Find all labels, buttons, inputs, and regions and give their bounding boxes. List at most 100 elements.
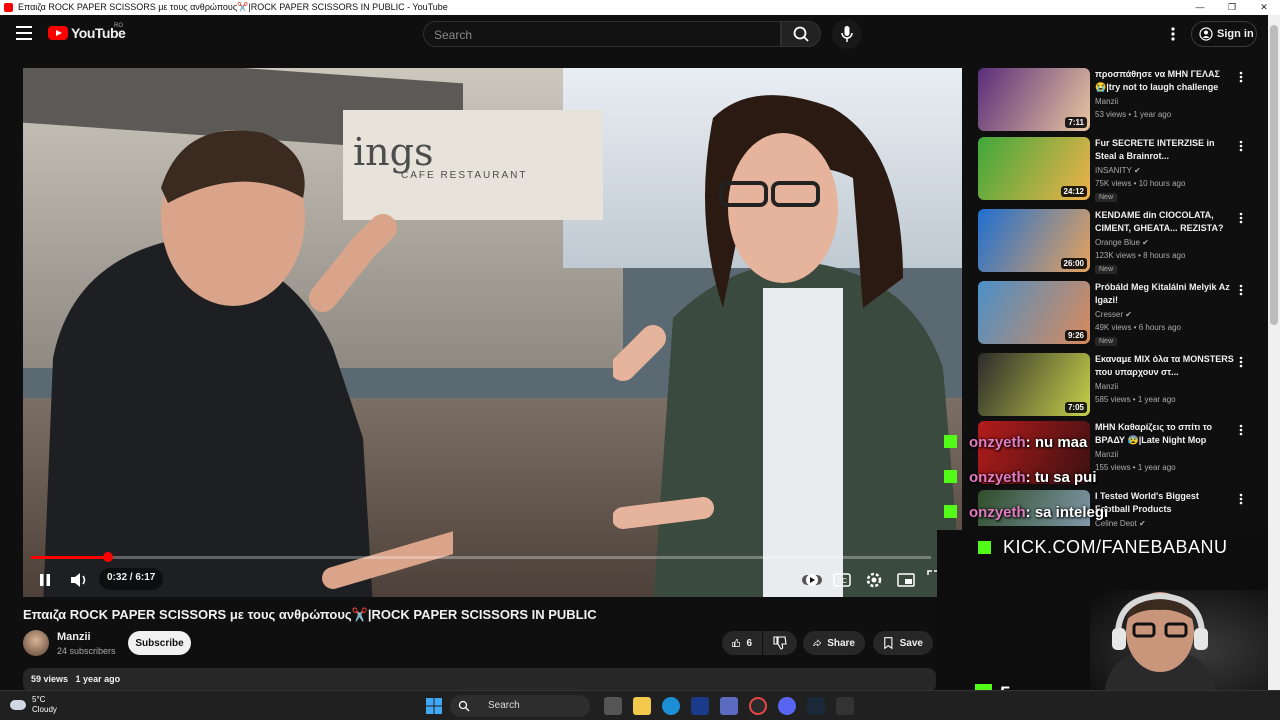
recommendation-channel[interactable]: Manzii — [1095, 450, 1118, 459]
discord-icon[interactable] — [778, 697, 796, 715]
streamer-figure — [1105, 592, 1215, 690]
recommendation-thumbnail[interactable]: 24:12 — [978, 137, 1090, 200]
recommendation-channel[interactable]: INSANITY ✔ — [1095, 166, 1141, 175]
menu-icon[interactable] — [16, 26, 32, 40]
bookmark-icon — [884, 637, 893, 650]
save-button[interactable]: Save — [873, 631, 933, 655]
autoplay-toggle-icon[interactable] — [801, 569, 823, 591]
window-title: Επαιζα ROCK PAPER SCISSORS με τους ανθρώ… — [18, 2, 448, 12]
description-box[interactable]: 59 views 1 year ago — [23, 668, 936, 692]
settings-gear-icon[interactable] — [863, 569, 885, 591]
upload-date: 1 year ago — [75, 674, 121, 684]
recommendation-title[interactable]: I Tested World's Biggest Football Produc… — [1095, 490, 1235, 516]
volume-icon[interactable] — [67, 569, 91, 591]
more-actions-icon[interactable] — [1237, 492, 1245, 506]
task-view-icon[interactable] — [604, 697, 622, 715]
recommendation-thumbnail[interactable]: 9:26 — [978, 281, 1090, 344]
steam-icon[interactable] — [807, 697, 825, 715]
kick-channel-url: KICK.COM/FANEBABANU — [978, 537, 1228, 558]
like-button[interactable]: 6 — [722, 631, 762, 655]
thumbs-down-icon — [773, 636, 787, 650]
more-actions-icon[interactable] — [1237, 70, 1245, 84]
pause-icon[interactable] — [35, 569, 55, 591]
share-button[interactable]: Share — [803, 631, 865, 655]
kick-logo-icon — [944, 505, 957, 518]
recommendation-meta: 75K views • 10 hours ago — [1095, 179, 1186, 188]
chat-message: onzyeth: sa intelegi — [944, 504, 1108, 521]
settings-kebab-icon[interactable] — [1166, 25, 1180, 43]
recommendation-meta: 585 views • 1 year ago — [1095, 395, 1176, 404]
recommendation-item[interactable]: 7:11 προσπάθησε να ΜΗΝ ΓΕΛΑΣ 😭|try not to… — [978, 68, 1250, 132]
chat-text: : nu maa — [1025, 434, 1088, 451]
page-scrollbar[interactable] — [1268, 15, 1280, 690]
windows-taskbar: 5°C Cloudy Search — [0, 690, 1280, 720]
recommendation-channel[interactable]: Manzii — [1095, 382, 1118, 391]
masthead: YouTube RO Search Sign in — [0, 15, 1268, 53]
search-input[interactable]: Search — [423, 21, 781, 47]
windows-start-icon[interactable] — [425, 697, 443, 715]
video-person-left — [43, 130, 453, 597]
taskbar-search-label: Search — [488, 700, 520, 711]
search-button[interactable] — [781, 21, 821, 47]
recommendation-meta: 49K views • 6 hours ago — [1095, 323, 1181, 332]
recommendation-channel[interactable]: Manzii — [1095, 97, 1118, 106]
minimize-button[interactable]: — — [1184, 0, 1216, 15]
weather-condition: Cloudy — [32, 705, 57, 714]
more-actions-icon[interactable] — [1237, 423, 1245, 437]
file-explorer-icon[interactable] — [633, 697, 651, 715]
scrollbar-thumb[interactable] — [1270, 25, 1278, 325]
voice-search-button[interactable] — [832, 19, 862, 49]
recommendation-channel[interactable]: Orange Blue ✔ — [1095, 238, 1149, 247]
miniplayer-icon[interactable] — [895, 569, 917, 591]
dislike-button[interactable] — [763, 631, 797, 655]
edge-browser-icon[interactable] — [662, 697, 680, 715]
captions-icon[interactable]: CC — [831, 569, 853, 591]
search-icon — [458, 700, 470, 712]
obs-icon[interactable] — [749, 697, 767, 715]
youtube-logo[interactable]: YouTube RO — [48, 23, 126, 41]
recommendation-title[interactable]: Εκαναμε MIX όλα τα MONSTERS που υπαρχουν… — [1095, 353, 1235, 379]
close-button[interactable]: ✕ — [1248, 0, 1280, 15]
channel-name[interactable]: Manzii — [57, 631, 91, 643]
video-player[interactable]: ings CAFE RESTAURANT 0:32 / 6:17 CC — [23, 68, 962, 597]
seek-bar-played — [31, 556, 108, 559]
subscribe-button[interactable]: Subscribe — [128, 631, 191, 655]
youtube-favicon-icon — [4, 3, 13, 12]
recommendation-title[interactable]: ΜΗΝ Καθαρίζεις το σπίτι το ΒΡΑΔΥ 😰|Late … — [1095, 421, 1235, 447]
kick-logo-icon — [944, 470, 957, 483]
seek-bar[interactable] — [31, 552, 931, 562]
channel-avatar[interactable] — [23, 630, 49, 656]
recommendation-title[interactable]: Fur SECRETE INTERZISE in Steal a Brainro… — [1095, 137, 1235, 163]
recommendation-title[interactable]: Próbáld Meg Kitalálni Melyik Az Igazi! — [1095, 281, 1235, 307]
maximize-button[interactable]: ❐ — [1216, 0, 1248, 15]
view-count: 59 views — [31, 674, 69, 684]
recommendation-item[interactable]: 9:26 Próbáld Meg Kitalálni Melyik Az Igaz… — [978, 281, 1250, 346]
save-label: Save — [899, 637, 923, 649]
more-actions-icon[interactable] — [1237, 355, 1245, 369]
taskbar-search[interactable]: Search — [450, 695, 590, 717]
epic-games-icon[interactable] — [836, 697, 854, 715]
recommendation-title[interactable]: KENDAME din CIOCOLATA, CIMENT, GHEATA...… — [1095, 209, 1235, 235]
recommendation-thumbnail[interactable]: 7:11 — [978, 68, 1090, 131]
sign-in-label: Sign in — [1217, 28, 1254, 40]
recommendation-item[interactable]: 7:05 Εκαναμε MIX όλα τα MONSTERS που υπαρ… — [978, 353, 1250, 417]
microphone-icon — [841, 26, 853, 42]
weather-widget[interactable]: 5°C Cloudy — [10, 695, 57, 715]
app-l-icon[interactable] — [691, 697, 709, 715]
recommendation-thumbnail[interactable]: 26:00 — [978, 209, 1090, 272]
store-icon[interactable] — [720, 697, 738, 715]
recommendation-title[interactable]: προσπάθησε να ΜΗΝ ΓΕΛΑΣ 😭|try not to lau… — [1095, 68, 1235, 94]
more-actions-icon[interactable] — [1237, 283, 1245, 297]
more-actions-icon[interactable] — [1237, 139, 1245, 153]
recommendation-thumbnail[interactable]: 7:05 — [978, 353, 1090, 416]
recommendation-item[interactable]: 24:12 Fur SECRETE INTERZISE in Steal a Br… — [978, 137, 1250, 202]
recommendation-item[interactable]: 26:00 KENDAME din CIOCOLATA, CIMENT, GHEA… — [978, 209, 1250, 274]
kick-logo-icon — [944, 435, 957, 448]
recommendation-channel[interactable]: Cresser ✔ — [1095, 310, 1132, 319]
recommendation-meta: 155 views • 1 year ago — [1095, 463, 1176, 472]
chat-message: onzyeth: tu sa pui — [944, 469, 1097, 486]
subscriber-count: 24 subscribers — [57, 646, 116, 656]
sign-in-button[interactable]: Sign in — [1191, 21, 1257, 47]
more-actions-icon[interactable] — [1237, 211, 1245, 225]
seek-bar-scrubber[interactable] — [102, 552, 113, 562]
